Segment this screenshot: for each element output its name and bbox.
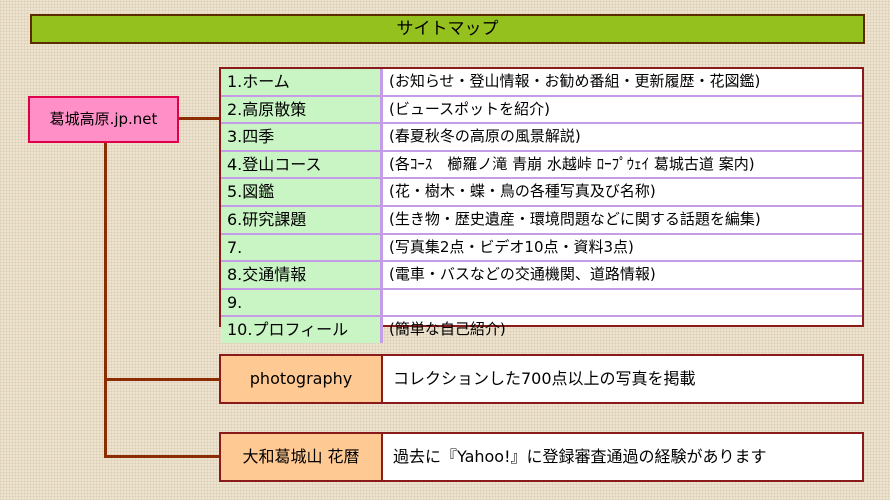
menu-label[interactable]: 4.登山コース [221, 151, 383, 178]
menu-label[interactable]: 5.図鑑 [221, 179, 383, 205]
hanagoyomi-label[interactable]: 大和葛城山 花暦 [221, 434, 383, 480]
menu-desc: (簡単な自己紹介) [389, 320, 506, 339]
menu-desc: (写真集2点・ビデオ10点・資料3点) [389, 237, 634, 256]
menu-row-profile[interactable]: 10.プロフィール (簡単な自己紹介) [221, 315, 862, 343]
connector-root-to-menu [179, 117, 219, 120]
menu-row-seasons[interactable]: 3.四季 (春夏秋冬の高原の風景解説) [221, 122, 862, 150]
menu-desc: (生き物・歴史遺産・環境問題などに関する話題を編集) [389, 209, 761, 228]
hanagoyomi-desc: 過去に『Yahoo!』に登録審査通過の経験があります [393, 447, 767, 466]
menu-label[interactable]: 3.四季 [221, 124, 383, 150]
menu-desc: (電車・バスなどの交通機関、道路情報) [389, 265, 656, 284]
menu-desc: (各ｺｰｽ 櫛羅ノ滝 青崩 水越峠 ﾛｰﾌﾟｳｪｲ 葛城古道 案内) [389, 154, 755, 173]
connector-to-hanagoyomi [104, 455, 219, 458]
hanagoyomi-row[interactable]: 大和葛城山 花暦 過去に『Yahoo!』に登録審査通過の経験があります [219, 432, 864, 482]
menu-label[interactable]: 9. [221, 289, 383, 316]
connector-to-photography [104, 378, 219, 381]
menu-row-7[interactable]: 7. (写真集2点・ビデオ10点・資料3点) [221, 232, 862, 261]
menu-row-traffic[interactable]: 8.交通情報 (電車・バスなどの交通機関、道路情報) [221, 260, 862, 288]
menu-row-home[interactable]: 1.ホーム (お知らせ・登山情報・お勧め番組・更新履歴・花図鑑) [221, 69, 862, 95]
photography-label[interactable]: photography [221, 356, 383, 402]
sitemap-title: サイトマップ [30, 14, 865, 44]
menu-label[interactable]: 1.ホーム [221, 69, 383, 95]
menu-row-climbing[interactable]: 4.登山コース (各ｺｰｽ 櫛羅ノ滝 青崩 水越峠 ﾛｰﾌﾟｳｪｲ 葛城古道 案… [221, 149, 862, 178]
menu-row-9[interactable]: 9. [221, 287, 862, 316]
photography-row[interactable]: photography コレクションした700点以上の写真を掲載 [219, 354, 864, 404]
menu-row-guide[interactable]: 5.図鑑 (花・樹木・蝶・鳥の各種写真及び名称) [221, 177, 862, 205]
menu-desc: (花・樹木・蝶・鳥の各種写真及び名称) [389, 182, 656, 201]
menu-desc: (お知らせ・登山情報・お勧め番組・更新履歴・花図鑑) [389, 72, 761, 90]
menu-label[interactable]: 8.交通情報 [221, 262, 383, 288]
menu-desc [383, 290, 862, 316]
photography-desc: コレクションした700点以上の写真を掲載 [393, 369, 696, 388]
menu-label[interactable]: 7. [221, 234, 383, 261]
menu-label[interactable]: 10.プロフィール [221, 317, 383, 343]
menu-desc: (春夏秋冬の高原の風景解説) [389, 127, 581, 146]
root-node-site-name[interactable]: 葛城高原.jp.net [28, 96, 179, 143]
menu-table: 1.ホーム (お知らせ・登山情報・お勧め番組・更新履歴・花図鑑) 2.高原散策 … [219, 67, 864, 343]
menu-label[interactable]: 6.研究課題 [221, 206, 383, 233]
menu-row-research[interactable]: 6.研究課題 (生き物・歴史遺産・環境問題などに関する話題を編集) [221, 204, 862, 233]
connector-trunk [104, 143, 107, 457]
menu-label[interactable]: 2.高原散策 [221, 96, 383, 123]
menu-desc: (ビュースポットを紹介) [389, 99, 550, 118]
menu-row-walk[interactable]: 2.高原散策 (ビュースポットを紹介) [221, 94, 862, 123]
